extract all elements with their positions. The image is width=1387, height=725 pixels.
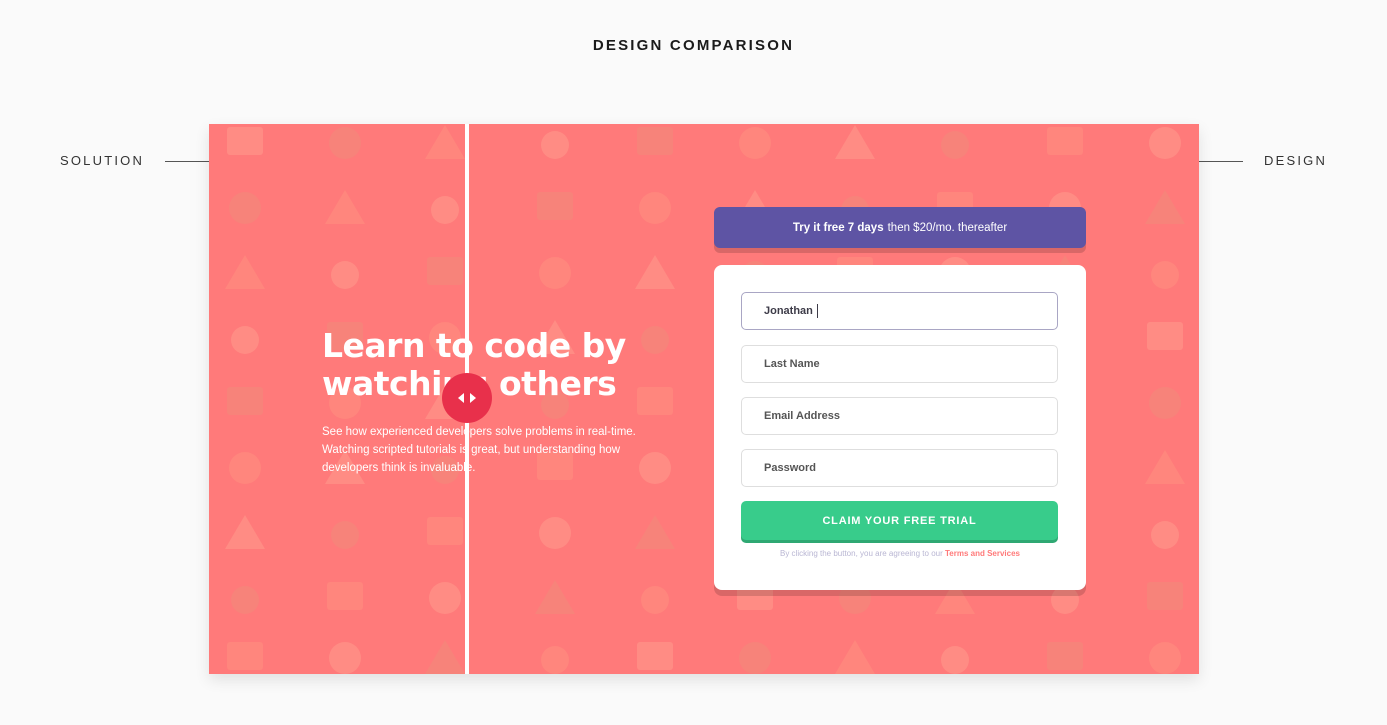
first-name-value: Jonathan (764, 305, 813, 317)
design-connector-line (1199, 161, 1243, 162)
pattern-shape (225, 515, 265, 549)
page-title: DESIGN COMPARISON (592, 37, 795, 54)
pattern-shape (1047, 127, 1083, 155)
comparison-frame: Learn to code by watching others See how… (209, 124, 1199, 674)
hero-description: See how experienced developers solve pro… (322, 426, 636, 474)
comparison-slider-handle[interactable] (442, 373, 492, 423)
pattern-shape (425, 125, 465, 159)
pattern-shape (331, 261, 359, 289)
pattern-shape (1149, 642, 1181, 674)
pattern-shape (539, 517, 571, 549)
pattern-shape (329, 642, 361, 674)
arrow-right-icon (470, 393, 476, 403)
promo-banner: Try it free 7 days then $20/mo. thereaft… (714, 207, 1086, 248)
pattern-shape (1145, 450, 1185, 484)
terms-link[interactable]: Terms and Services (945, 549, 1020, 558)
terms-notice: By clicking the button, you are agreeing… (714, 549, 1086, 558)
pattern-shape (1151, 521, 1179, 549)
pattern-shape (739, 642, 771, 674)
pattern-shape (425, 640, 465, 674)
solution-connector-line (165, 161, 209, 162)
pattern-shape (941, 646, 969, 674)
pattern-shape (229, 192, 261, 224)
pattern-shape (1147, 582, 1183, 610)
pattern-shape (231, 326, 259, 354)
pattern-shape (1149, 127, 1181, 159)
promo-rest-text: then $20/mo. thereafter (887, 221, 1008, 234)
text-cursor (816, 304, 818, 318)
signup-card: Jonathan Last Name Email Address Passwor… (714, 265, 1086, 590)
email-placeholder: Email Address (764, 410, 841, 422)
first-name-field[interactable]: Jonathan (741, 292, 1058, 330)
pattern-shape (835, 125, 875, 159)
pattern-shape (331, 521, 359, 549)
pattern-shape (541, 131, 569, 159)
pattern-shape (227, 387, 263, 415)
pattern-shape (639, 192, 671, 224)
pattern-shape (325, 190, 365, 224)
password-field[interactable]: Password (741, 449, 1058, 487)
pattern-shape (637, 127, 673, 155)
pattern-shape (739, 127, 771, 159)
last-name-field[interactable]: Last Name (741, 345, 1058, 383)
last-name-placeholder: Last Name (764, 358, 820, 370)
pattern-shape (427, 517, 463, 545)
pattern-shape (541, 646, 569, 674)
pattern-shape (327, 582, 363, 610)
pattern-shape (231, 586, 259, 614)
promo-bold-text: Try it free 7 days (792, 221, 884, 234)
arrow-left-icon (458, 393, 464, 403)
email-field[interactable]: Email Address (741, 397, 1058, 435)
pattern-shape (535, 580, 575, 614)
solution-label: SOLUTION (60, 153, 145, 168)
pattern-shape (1151, 261, 1179, 289)
pattern-shape (1047, 642, 1083, 670)
pattern-shape (227, 127, 263, 155)
pattern-shape (329, 127, 361, 159)
pattern-shape (635, 515, 675, 549)
password-placeholder: Password (764, 462, 816, 474)
terms-text: By clicking the button, you are agreeing… (779, 549, 943, 558)
pattern-shape (1145, 190, 1185, 224)
pattern-shape (227, 642, 263, 670)
pattern-shape (941, 131, 969, 159)
pattern-shape (431, 196, 459, 224)
pattern-shape (429, 582, 461, 614)
pattern-shape (1149, 387, 1181, 419)
pattern-shape (641, 586, 669, 614)
claim-trial-button[interactable]: CLAIM YOUR FREE TRIAL (741, 501, 1058, 540)
pattern-shape (229, 452, 261, 484)
pattern-shape (427, 257, 463, 285)
pattern-shape (537, 192, 573, 220)
pattern-shape (835, 640, 875, 674)
pattern-shape (635, 255, 675, 289)
pattern-shape (225, 255, 265, 289)
pattern-shape (539, 257, 571, 289)
pattern-shape (637, 642, 673, 670)
design-label: DESIGN (1264, 153, 1328, 168)
pattern-shape (1051, 586, 1079, 614)
pattern-shape (1147, 322, 1183, 350)
